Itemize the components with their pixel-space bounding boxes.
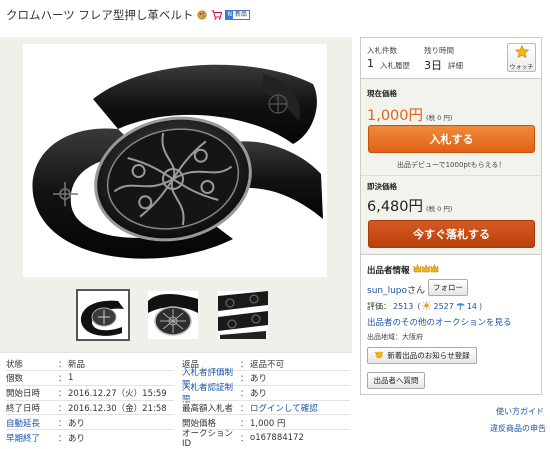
current-price-label: 現在価格: [367, 89, 397, 98]
left-key: 開始日時: [6, 389, 41, 400]
cart-icon: [211, 10, 223, 20]
left-value: 2016.12.30（金）21:58: [68, 403, 167, 414]
current-price: 1,000円 (税 0 円): [367, 104, 452, 125]
rating-label: 評価：: [367, 302, 391, 311]
colon-separator: ：: [58, 374, 67, 385]
thumbnail-1[interactable]: [76, 289, 130, 341]
colon-separator: ：: [240, 418, 249, 429]
left-value: あり: [68, 433, 86, 444]
question-button[interactable]: 出品者へ質問: [367, 372, 425, 389]
right-row: 最高額入札者 ：ログインして確認: [182, 401, 318, 414]
left-value: 1: [68, 373, 74, 384]
seller-name-row: sun_lupoさん: [367, 283, 425, 296]
notify-button[interactable]: 新着出品のお知らせ登録: [367, 347, 477, 364]
notify-icon: [374, 350, 384, 361]
notify-label: 新着出品のお知らせ登録: [387, 351, 470, 360]
colon-separator: ：: [240, 374, 249, 385]
rating-value[interactable]: 2513: [393, 302, 413, 311]
left-value: 2016.12.27（火）15:59: [68, 389, 167, 400]
left-key[interactable]: 早期終了: [6, 432, 58, 444]
right-value: あり: [250, 389, 268, 400]
main-photo[interactable]: [23, 44, 327, 277]
watch-button[interactable]: ウォッチ: [507, 43, 536, 72]
right-value: o167884172: [250, 432, 304, 443]
colon-separator: ：: [58, 433, 67, 444]
left-row: 早期終了：あり: [6, 431, 85, 444]
item-details-table: 状態：新品 個数： 1 開始日時： 2016.12.27（火）15:59 終了日時： 201…: [0, 352, 352, 449]
left-key[interactable]: 自動延長: [6, 417, 58, 429]
new-badge: N 新品: [225, 10, 250, 20]
left-row: 状態 ：新品: [6, 357, 85, 370]
good-rating-value[interactable]: 2527: [433, 302, 453, 311]
left-value: 新品: [68, 359, 86, 370]
bids-value: 1: [367, 57, 374, 70]
seller-name-link[interactable]: sun_lupo: [367, 286, 407, 296]
detail-link[interactable]: 詳細: [448, 60, 463, 71]
left-key: 個数: [6, 374, 24, 385]
buynow-price-value: 6,480円: [367, 199, 424, 215]
right-key: 最高額入札者: [182, 403, 234, 414]
watch-label: ウォッチ: [509, 63, 534, 71]
seller-region: 出品地域：大阪府: [367, 333, 423, 341]
thumbnail-3[interactable]: [218, 291, 268, 339]
other-auctions-link[interactable]: 出品者のその他のオークションを見る: [367, 316, 512, 328]
umbrella-icon: [456, 301, 465, 312]
thumbnail-2[interactable]: [148, 291, 198, 339]
colon-separator: ：: [240, 359, 249, 370]
star-icon: [514, 44, 529, 61]
sun-icon: [422, 301, 432, 312]
time-left-label: 残り時間: [424, 46, 454, 55]
palette-icon: [197, 10, 207, 20]
right-value: 1,000 円: [250, 418, 286, 429]
current-price-value: 1,000円: [367, 108, 424, 124]
colon-separator: ：: [240, 433, 249, 444]
time-left-value: 3日: [424, 59, 442, 72]
right-row: 入札者認証制限：あり: [182, 383, 268, 405]
current-price-tax: (税 0 円): [426, 114, 453, 122]
left-row: 開始日時 ： 2016.12.27（火）15:59: [6, 387, 167, 400]
item-title: クロムハーツ フレア型押し革ベルト: [6, 8, 194, 22]
buynow-label: 即決価格: [367, 182, 397, 191]
colon-separator: ：: [58, 418, 67, 429]
left-key: 状態: [6, 359, 24, 370]
left-row: 個数 ： 1: [6, 372, 73, 385]
title-row: クロムハーツ フレア型押し革ベルト N 新品: [6, 7, 250, 23]
guide-link[interactable]: 使い方ガイド: [496, 406, 544, 417]
right-value[interactable]: ログインして確認: [250, 402, 318, 414]
crown-icons: [413, 263, 439, 276]
left-row: 自動延長：あり: [6, 416, 85, 429]
left-key: 終了日時: [6, 403, 41, 414]
left-value: あり: [68, 418, 86, 429]
new-badge-label: 新品: [234, 11, 247, 18]
bid-history-link[interactable]: 入札履歴: [380, 60, 410, 71]
colon-separator: ：: [240, 403, 249, 414]
bad-rating-value[interactable]: 14: [467, 302, 477, 311]
rating-row: 評価： 2513 ( 2527 14 ): [367, 301, 483, 312]
colon-separator: ：: [58, 359, 67, 370]
bid-button[interactable]: 入札する: [368, 125, 535, 153]
seller-heading: 出品者情報: [367, 265, 410, 276]
left-row: 終了日時 ： 2016.12.30（金）21:58: [6, 401, 167, 414]
right-value: 返品不可: [250, 359, 285, 370]
seller-name-suffix: さん: [407, 286, 426, 296]
buynow-price: 6,480円 (税 0 円): [367, 195, 452, 216]
right-row: オークションID ： o167884172: [182, 429, 304, 449]
buynow-price-tax: (税 0 円): [426, 205, 453, 213]
right-key: オークションID: [182, 428, 234, 449]
colon-separator: ：: [58, 403, 67, 414]
colon-separator: ：: [58, 389, 67, 400]
bids-label: 入札件数: [367, 46, 397, 55]
right-value: あり: [250, 374, 268, 385]
colon-separator: ：: [240, 389, 249, 400]
buynow-button[interactable]: 今すぐ落札する: [368, 220, 535, 248]
thumbnail-strip: [76, 289, 278, 341]
promo-link[interactable]: 出品デビューで1000ptもらえる！: [397, 160, 505, 170]
seller-heading-row: 出品者情報: [367, 263, 439, 276]
violation-report-link[interactable]: 違反商品の申告: [490, 423, 546, 434]
follow-button[interactable]: フォロー: [428, 279, 468, 296]
